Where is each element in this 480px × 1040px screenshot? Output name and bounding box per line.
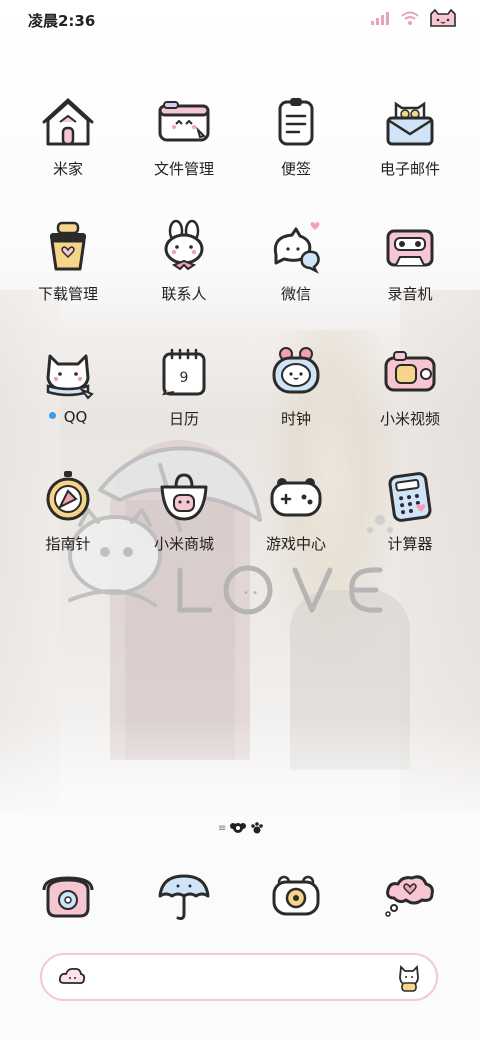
app-contacts[interactable]: 联系人 [128,213,240,323]
app-calendar[interactable]: 9 日历 [128,338,240,448]
app-label: 时钟 [280,410,311,428]
dock-gallery[interactable] [354,862,466,926]
app-game-center[interactable]: 游戏中心 [240,463,352,573]
cat-battery-icon [430,8,456,27]
page-indicator[interactable]: ≡ [218,821,264,835]
app-label: 小米商城 [153,535,214,553]
app-label: 微信 [280,285,311,303]
alarm-clock-icon [272,347,320,394]
app-label: 电子邮件 [379,160,440,178]
search-bar[interactable] [40,953,438,1001]
signal-icon [371,12,389,25]
app-label: 联系人 [161,285,207,303]
photo-camera-icon [272,875,320,916]
gamepad-icon [270,478,322,517]
calculator-icon [388,472,432,522]
app-label: 下载管理 [37,285,98,303]
app-label: 指南针 [45,535,91,553]
app-label: 计算器 [387,535,433,553]
dock [0,862,480,926]
cat-scarf-icon [46,354,94,400]
app-label: 游戏中心 [265,535,326,553]
app-label: 米家 [52,160,83,178]
cloud-search-icon [58,967,86,985]
app-label: QQ [63,408,88,426]
dock-phone[interactable] [12,862,124,926]
svg-text:• •: • • [243,588,258,599]
cat-chat-icon [273,222,320,274]
house-icon [42,97,94,146]
app-clock[interactable]: 时钟 [240,338,352,448]
app-recorder[interactable]: 录音机 [354,213,466,323]
notification-dot [48,412,56,419]
download-box-icon [50,221,86,271]
folder-icon [158,101,210,142]
app-mi-video[interactable]: 小米视频 [354,338,466,448]
status-time: 凌晨2:36 [28,12,96,30]
compass-icon [46,471,90,521]
dock-umbrella-app[interactable] [128,862,240,926]
app-email[interactable]: 电子邮件 [354,88,466,198]
calendar-icon: 9 [162,348,206,396]
app-label: 文件管理 [153,160,214,178]
dock-camera[interactable] [240,862,352,926]
wifi-icon [401,11,419,25]
app-label: 录音机 [387,285,433,303]
app-label: 日历 [168,410,199,428]
app-label: 小米视频 [379,410,440,428]
app-mi-store[interactable]: 小米商城 [128,463,240,573]
app-wechat[interactable]: 微信 [240,213,352,323]
app-mijia[interactable]: 米家 [12,88,124,198]
shopping-bag-icon [160,473,208,521]
calendar-day: 9 [180,370,189,386]
notepad-icon [278,98,314,146]
cassette-icon [386,229,434,267]
app-label: 便签 [280,160,311,178]
app-notes[interactable]: 便签 [240,88,352,198]
telephone-icon [42,876,94,918]
cat-voice-icon [399,965,419,992]
paw-page-dot-icon [251,822,264,834]
bunny-contacts-icon [164,219,204,271]
app-calculator[interactable]: 计算器 [354,463,466,573]
flower-page-dot-icon [230,823,247,833]
menu-lines-icon: ≡ [218,822,227,834]
umbrella-icon [158,874,210,920]
app-qq[interactable]: QQ [12,338,124,448]
envelope-cat-icon [386,101,434,146]
app-downloads[interactable]: 下载管理 [12,213,124,323]
camera-icon [384,351,436,392]
app-file-manager[interactable]: 文件管理 [128,88,240,198]
heart-cloud-icon [385,875,434,917]
status-bar: 凌晨2:36 [0,0,480,40]
app-compass[interactable]: 指南针 [12,463,124,573]
